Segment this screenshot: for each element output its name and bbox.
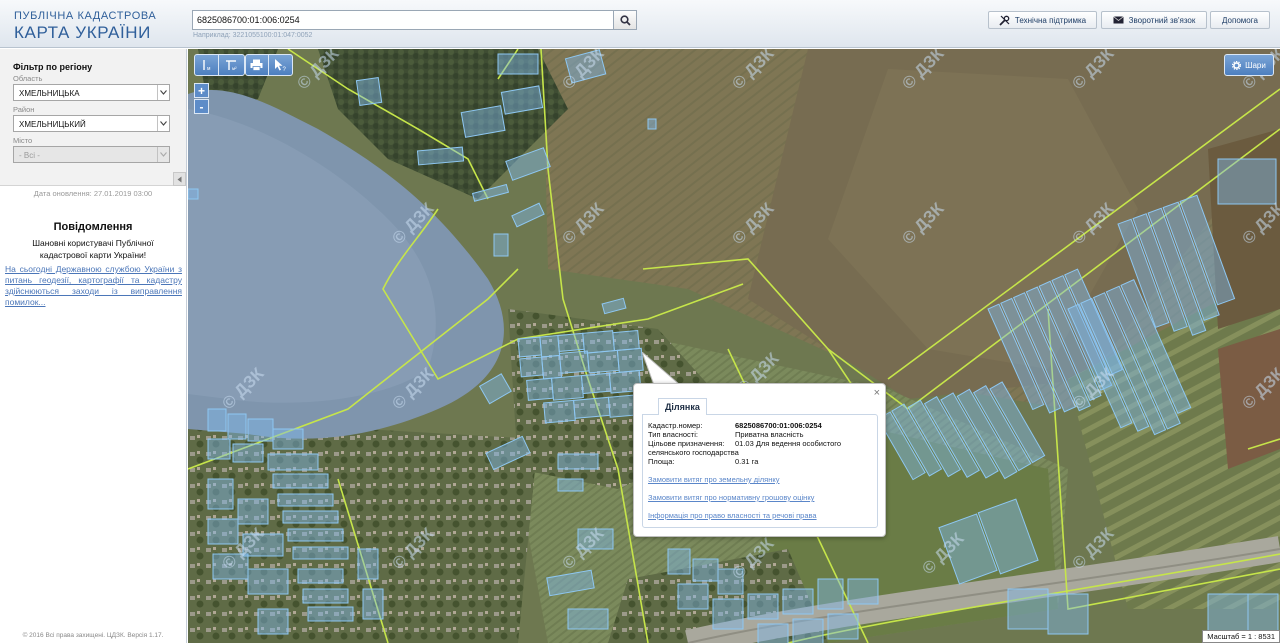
city-select[interactable]: - Всі - [13,146,170,163]
cadastral-search-input[interactable] [192,10,614,30]
update-date: Дата оновлення: 27.01.2019 03:00 [33,189,153,198]
measure-tools: м м² [194,54,245,76]
envelope-icon [1112,16,1124,24]
tech-support-label: Технічна підтримка [1014,15,1087,25]
map-scale: Масштаб = 1 : 8531 [1202,630,1280,643]
help-button[interactable]: Допомога [1210,11,1270,29]
chevron-left-icon [177,176,182,182]
city-label: Місто [13,136,33,145]
district-select[interactable]: ХМЕЛЬНИЦЬКИЙ [13,115,170,132]
region-select[interactable]: ХМЕЛЬНИЦЬКА [13,84,170,101]
svg-text:м²: м² [232,66,237,71]
search-hint: Наприклад: 3221055100:01:047:0052 [193,32,313,39]
chevron-down-icon [157,116,169,131]
cadastral-value: 6825086700:01:006:0254 [735,421,822,430]
order-valuation-extract-link[interactable]: Замовити витяг про нормативну грошову оц… [648,493,814,502]
district-label: Район [13,105,35,114]
site-logo[interactable]: ПУБЛІЧНА КАДАСТРОВА КАРТА УКРАЇНИ [14,10,157,42]
notice-text: Шановні користувачі Публічної кадастрово… [32,238,154,260]
notice-title: Повідомлення [53,221,133,233]
tab-parcel[interactable]: Ділянка [658,398,707,415]
top-header: ПУБЛІЧНА КАДАСТРОВА КАРТА УКРАЇНИ Наприк… [0,0,1280,48]
cadastral-row: Кадастр.номер: 6825086700:01:006:0254 [648,421,822,430]
purpose-row: Цільове призначення: 01.03 Для ведення ос… [648,439,841,448]
purpose-row-cont: селянського господарства [648,448,739,457]
left-sidebar: Фільтр по регіону Область ХМЕЛЬНИЦЬКА Ра… [0,49,187,643]
area-label: Площа: [648,457,675,466]
measure-distance-button[interactable]: м [195,55,219,75]
wrench-icon [999,15,1010,26]
chevron-down-icon [157,147,169,162]
search-button[interactable] [614,10,637,30]
purpose-label: Цільове призначення: [648,439,725,448]
city-select-value: - Всі - [19,151,40,160]
cadastral-label: Кадастр.номер: [648,421,703,430]
district-select-value: ХМЕЛЬНИЦЬКИЙ [19,120,86,129]
svg-text:?: ? [283,67,287,72]
ruler-icon: м [202,60,211,72]
copyright: © 2016 Всі права захищені. ЦДЗК. Версія … [22,632,164,639]
feedback-label: Зворотний зв'язок [1128,15,1196,25]
feedback-button[interactable]: Зворотний зв'язок [1101,11,1207,29]
purpose-value-cont: селянського господарства [648,448,739,457]
help-label: Допомога [1222,15,1258,25]
collapse-sidebar-button[interactable] [173,172,186,186]
ownership-info-link[interactable]: Інформація про право власності та речові… [648,511,817,520]
measure-area-button[interactable]: м² [219,55,244,75]
parcel-info-popup: × Ділянка Кадастр.номер: 6825086700:01:00… [633,383,886,537]
map-canvas[interactable]: © ДЗК © ДЗК © ДЗК © ДЗК © ДЗК © ДЗК © ДЗ… [188,49,1280,643]
cursor-help-icon: ? [275,59,287,72]
printer-icon [250,59,263,71]
search-icon [619,14,631,26]
filter-title: Фільтр по регіону [13,62,93,72]
brand-line-2: КАРТА УКРАЇНИ [14,23,151,42]
tech-support-button[interactable]: Технічна підтримка [988,11,1097,29]
purpose-value: 01.03 Для ведення особистого [735,439,842,448]
order-parcel-extract-link[interactable]: Замовити витяг про земельну ділянку [648,475,780,484]
area-ruler-icon: м² [225,60,237,71]
popup-pointer [642,352,682,386]
print-tools: ? [245,54,293,76]
close-icon[interactable]: × [874,387,880,399]
svg-text:м: м [207,66,211,72]
satellite-imagery [188,49,1280,643]
zoom-in-button[interactable]: + [194,83,209,98]
gear-icon [1232,60,1242,70]
region-select-value: ХМЕЛЬНИЦЬКА [19,89,80,98]
area-row: Площа: 0.31 га [648,457,758,466]
ownership-label: Тип власності: [648,430,698,439]
layers-button[interactable]: Шари [1224,54,1274,76]
chevron-down-icon [157,85,169,100]
brand-line-1: ПУБЛІЧНА КАДАСТРОВА [14,10,157,22]
region-label: Область [13,74,43,83]
notice-link[interactable]: На сьогодні Державною службою України з … [5,264,182,308]
region-filter-panel: Фільтр по регіону Область ХМЕЛЬНИЦЬКА Ра… [0,49,186,186]
ownership-value: Приватна власність [735,430,804,439]
identify-button[interactable]: ? [269,55,292,75]
layers-label: Шари [1245,60,1266,70]
ownership-row: Тип власності: Приватна власність [648,430,804,439]
zoom-out-button[interactable]: - [194,99,209,114]
parcel-details: Кадастр.номер: 6825086700:01:006:0254 Тип… [642,414,878,528]
area-value: 0.31 га [735,457,759,466]
print-button[interactable] [246,55,269,75]
